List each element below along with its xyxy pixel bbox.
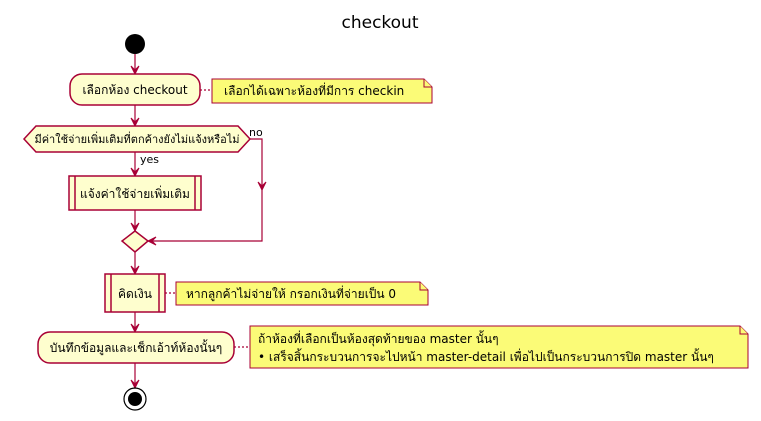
activity-select-room-label: เลือกห้อง checkout [82, 83, 187, 97]
decision-yes-label: yes [140, 153, 159, 166]
note-save-text-line1: ถ้าห้องที่เลือกเป็นห้องสุดท้ายของ master… [258, 330, 499, 347]
note-calculate-fold [419, 282, 428, 291]
activity-notify-expense-label: แจ้งค่าใช้จ่ายเพิ่มเติม [80, 185, 190, 201]
end-node-inner [128, 392, 142, 406]
activity-diagram: checkout เลือกห้อง checkout เลือกได้เฉพา… [22, 13, 749, 411]
activity-calculate-label: คิดเงิน [118, 287, 152, 301]
note-select-room-text: เลือกได้เฉพาะห้องที่มีการ checkin [224, 82, 404, 98]
decision-question: มีค่าใช้จ่ายเพิ่มเติมที่ตกค้างยังไม่แจ้ง… [34, 131, 239, 146]
start-node [125, 34, 145, 54]
diagram-title: checkout [341, 13, 418, 33]
note-save-text-line2: • เสร็จสิ้นกระบวนการจะไปหน้า master-deta… [258, 348, 714, 364]
note-save-fold [739, 326, 748, 335]
decision-no-label: no [249, 126, 263, 139]
activity-save-checkout-label: บันทึกข้อมูลและเช็กเอ้าท์ห้องนั้นๆ [50, 339, 223, 356]
merge-node [120, 230, 150, 253]
note-calculate-text: หากลูกค้าไม่จ่ายให้ กรอกเงินที่จ่ายเป็น … [186, 285, 396, 302]
